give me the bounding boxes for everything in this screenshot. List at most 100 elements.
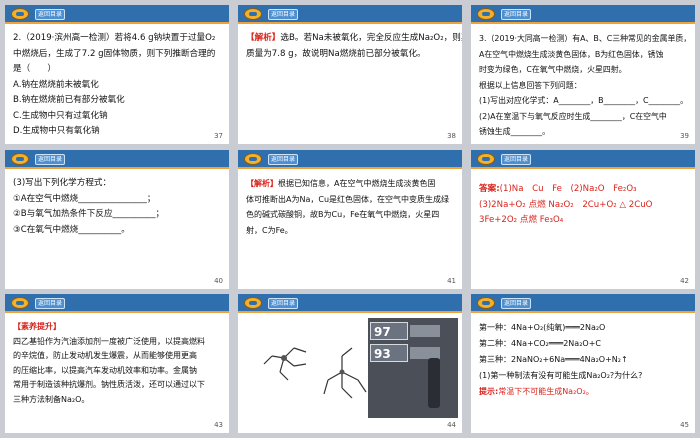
slide-thumbnail-41[interactable]: 返回目录 【解析】根据已知信息，A在空气中燃烧生成淡黄色固 体可推断出A为Na，…: [238, 150, 462, 289]
text-line: ①A在空气中燃烧________________；: [13, 193, 156, 204]
slide-number: 44: [447, 421, 456, 429]
logo-icon: [477, 153, 495, 165]
slide-header-bar: 返回目录: [5, 5, 229, 24]
logo-icon: [477, 8, 495, 20]
fuel-price-label: [410, 325, 440, 337]
slide-text: 第一种：4Na+O₂(纯氧)═══2Na₂O 第二种：4Na+CO₂═══2Na…: [479, 320, 687, 400]
text-line: 提示:常温下不可能生成Na₂O₂。: [479, 384, 687, 400]
slide-header-bar: 返回目录: [471, 5, 695, 24]
slide-header-bar: 返回目录: [471, 150, 695, 169]
text-line: B.钠在燃烧前已有部分被氧化: [13, 95, 125, 105]
text-line: 2.（2019·滨州高一检测）若将4.6 g钠块置于过量O₂: [13, 33, 216, 43]
text-line: 第二种：4Na+CO₂═══2Na₂O+C: [479, 339, 601, 348]
text-line: D.生成物中只有氧化钠: [13, 126, 100, 136]
text-line: 是（ ）: [13, 64, 56, 74]
fuel-grade-97: 97: [370, 322, 408, 340]
pump-hose: [428, 358, 440, 408]
back-to-contents-button[interactable]: 返回目录: [268, 154, 298, 165]
text-line: 3.（2019·大同高一检测）有A、B、C三种常见的金属单质，: [479, 34, 692, 43]
text-line: 锈蚀生成________。: [479, 127, 551, 136]
slide-text: 【素养提升】 四乙基铅作为汽油添加剂一度被广泛使用，以提高燃料 的辛烷值，防止发…: [13, 320, 221, 407]
slide-sorter-grid: 返回目录 2.（2019·滨州高一检测）若将4.6 g钠块置于过量O₂ 中燃烧后…: [0, 0, 700, 438]
back-to-contents-button[interactable]: 返回目录: [501, 9, 531, 20]
text-line: (1)第一种制法有没有可能生成Na₂O₂?为什么?: [479, 371, 643, 380]
slide-text: (3)写出下列化学方程式： ①A在空气中燃烧________________； …: [13, 176, 221, 238]
text-line: ③C在氧气中燃烧__________。: [13, 224, 130, 235]
logo-icon: [477, 297, 495, 309]
slide-text: 2.（2019·滨州高一检测）若将4.6 g钠块置于过量O₂ 中燃烧后，生成了7…: [13, 31, 221, 140]
text-line: 第三种：2NaNO₂+6Na═══4Na₂O+N₂↑: [479, 355, 628, 364]
back-to-contents-button[interactable]: 返回目录: [268, 9, 298, 20]
text-line: 中燃烧后，生成了7.2 g固体物质，则下列推断合理的: [13, 48, 216, 59]
text-line: ②B与氧气加热条件下反应__________；: [13, 209, 165, 219]
slide-text: 【解析】根据已知信息，A在空气中燃烧生成淡黄色固 体可推断出A为Na，Cu是红色…: [246, 176, 454, 238]
text-line: 常用于制造该种抗爆剂。钠性质活泼，还可以通过以下: [13, 380, 205, 389]
text-line: (2)A在室温下与氧气反应时生成________，C在空气中: [479, 111, 667, 121]
slide-number: 38: [447, 132, 456, 140]
text-line: 质量为7.8 g，故说明Na燃烧前已部分被氧化。: [246, 48, 426, 59]
back-to-contents-button[interactable]: 返回目录: [501, 298, 531, 309]
text-line: A.钠在燃烧前未被氧化: [13, 79, 99, 90]
text-line: 射，C为Fe。: [246, 225, 293, 235]
back-to-contents-button[interactable]: 返回目录: [268, 298, 298, 309]
logo-icon: [11, 297, 29, 309]
slide-thumbnail-43[interactable]: 返回目录 【素养提升】 四乙基铅作为汽油添加剂一度被广泛使用，以提高燃料 的辛烷…: [5, 294, 229, 433]
slide-thumbnail-42[interactable]: 返回目录 答案:(1)Na Cu Fe (2)Na₂O Fe₂O₃ (3)2Na…: [471, 150, 695, 289]
slide-number: 43: [214, 421, 223, 429]
text-line: 【解析】选B。若Na未被氧化，完全反应生成Na₂O₂，则其: [246, 31, 462, 47]
slide-number: 42: [680, 277, 689, 285]
text-line: 【解析】根据已知信息，A在空气中燃烧生成淡黄色固: [246, 176, 454, 192]
section-tag: 【素养提升】: [13, 322, 61, 331]
slide-header-bar: 返回目录: [238, 294, 462, 313]
fuel-grade-93: 93: [370, 344, 408, 362]
gas-pump-photo: 97 93: [368, 318, 458, 418]
slide-number: 39: [680, 132, 689, 140]
text-line: C.生成物中只有过氧化钠: [13, 110, 108, 121]
text-line: (1)Na Cu Fe (2)Na₂O Fe₂O₃: [499, 184, 637, 194]
text-line: (3)2Na+O₂ 点燃 Na₂O₂ 2Cu+O₂ △ 2CuO: [479, 199, 653, 210]
text-line: 的辛烷值，防止发动机发生爆震，从而能够使用更高: [13, 351, 197, 360]
logo-icon: [244, 153, 262, 165]
logo-icon: [244, 297, 262, 309]
slide-thumbnail-40[interactable]: 返回目录 (3)写出下列化学方程式： ①A在空气中燃烧_____________…: [5, 150, 229, 289]
text-line: 体可推断出A为Na，Cu是红色固体，在空气中变质生成绿: [246, 194, 450, 204]
slide-thumbnail-45[interactable]: 返回目录 第一种：4Na+O₂(纯氧)═══2Na₂O 第二种：4Na+CO₂═…: [471, 294, 695, 433]
analysis-tag: 【解析】: [246, 179, 278, 188]
hint-text: 常温下不可能生成Na₂O₂。: [498, 387, 594, 396]
slide-thumbnail-38[interactable]: 返回目录 【解析】选B。若Na未被氧化，完全反应生成Na₂O₂，则其 质量为7.…: [238, 5, 462, 144]
text-line: 根据已知信息，A在空气中燃烧生成淡黄色固: [278, 179, 436, 188]
answer-tag: 答案:: [479, 184, 500, 194]
text-line: (3)写出下列化学方程式：: [13, 178, 112, 188]
text-line: 三种方法制备Na₂O。: [13, 394, 90, 404]
logo-icon: [11, 153, 29, 165]
slide-header-bar: 返回目录: [238, 5, 462, 24]
text-line: 3Fe+2O₂ 点燃 Fe₃O₄: [479, 215, 564, 225]
back-to-contents-button[interactable]: 返回目录: [35, 298, 65, 309]
slide-number: 37: [214, 132, 223, 140]
text-line: 根据以上信息回答下列问题：: [479, 80, 582, 90]
text-line: 选B。若Na未被氧化，完全反应生成Na₂O₂，则其: [280, 33, 462, 43]
logo-icon: [11, 8, 29, 20]
text-line: 色的碱式碳酸铜，故B为Cu，Fe在氧气中燃烧，火星四: [246, 210, 440, 219]
slide-number: 41: [447, 277, 456, 285]
slide-text: 3.（2019·大同高一检测）有A、B、C三种常见的金属单质， A在空气中燃烧生…: [479, 31, 692, 140]
slide-header-bar: 返回目录: [238, 150, 462, 169]
hint-tag: 提示:: [479, 387, 499, 396]
slide-header-bar: 返回目录: [5, 294, 229, 313]
text-line: 四乙基铅作为汽油添加剂一度被广泛使用，以提高燃料: [13, 336, 205, 346]
slide-thumbnail-44[interactable]: 返回目录 97 93 44: [238, 294, 462, 433]
back-to-contents-button[interactable]: 返回目录: [501, 154, 531, 165]
text-line: 的压缩比率，以提高汽车发动机效率和功率。金属钠: [13, 365, 197, 375]
slide-header-bar: 返回目录: [471, 294, 695, 313]
slide-thumbnail-39[interactable]: 返回目录 3.（2019·大同高一检测）有A、B、C三种常见的金属单质， A在空…: [471, 5, 695, 144]
logo-icon: [244, 8, 262, 20]
back-to-contents-button[interactable]: 返回目录: [35, 154, 65, 165]
slide-header-bar: 返回目录: [5, 150, 229, 169]
back-to-contents-button[interactable]: 返回目录: [35, 9, 65, 20]
text-line: 第一种：4Na+O₂(纯氧)═══2Na₂O: [479, 323, 606, 332]
text-line: 时变为绿色，C在氧气中燃烧，火星四射。: [479, 65, 627, 74]
slide-thumbnail-37[interactable]: 返回目录 2.（2019·滨州高一检测）若将4.6 g钠块置于过量O₂ 中燃烧后…: [5, 5, 229, 144]
slide-text: 【解析】选B。若Na未被氧化，完全反应生成Na₂O₂，则其 质量为7.8 g，故…: [246, 31, 462, 62]
slide-number: 45: [680, 421, 689, 429]
analysis-tag: 【解析】: [246, 33, 281, 43]
